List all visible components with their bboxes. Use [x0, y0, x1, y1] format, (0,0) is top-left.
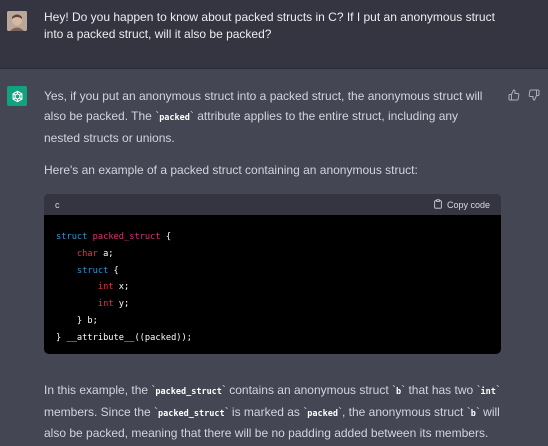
- code-type: char: [76, 248, 98, 259]
- user-message-row: Hey! Do you happen to know about packed …: [0, 0, 548, 69]
- thumbs-up-icon[interactable]: [508, 88, 520, 101]
- code-identifier: packed_struct: [92, 232, 161, 242]
- assistant-paragraph-1: Yes, if you put an anonymous struct into…: [44, 86, 490, 148]
- code-keyword: struct: [56, 232, 88, 242]
- text-span: In this example, the `: [44, 383, 156, 397]
- code-block: c Copy code struct packed_struct { char …: [44, 194, 501, 354]
- code-type: int: [97, 282, 114, 293]
- code-block-header: c Copy code: [44, 194, 501, 215]
- code-text: } b;: [76, 315, 98, 326]
- inline-code: packed_struct: [155, 387, 222, 397]
- assistant-paragraph-3: In this example, the `packed_struct` con…: [44, 381, 502, 444]
- assistant-paragraph-2: Here's an example of a packed struct con…: [44, 163, 418, 177]
- code-text: y;: [113, 299, 130, 310]
- inline-code: packed: [307, 408, 338, 419]
- copy-code-button[interactable]: Copy code: [433, 198, 490, 211]
- code-text: x;: [113, 282, 130, 293]
- text-span: ` that has two `: [401, 383, 481, 397]
- code-text: } __attribute__((packed));: [56, 332, 192, 343]
- feedback-buttons: [508, 88, 540, 101]
- text-span: `, the anonymous struct `: [337, 404, 471, 419]
- assistant-message: Yes, if you put an anonymous struct into…: [44, 86, 490, 192]
- user-message-text: Hey! Do you happen to know about packed …: [44, 10, 495, 41]
- inline-code: int: [480, 387, 496, 397]
- code-text: {: [160, 232, 172, 242]
- code-type: int: [97, 299, 114, 310]
- thumbs-down-icon[interactable]: [528, 88, 540, 101]
- inline-code: packed_struct: [158, 408, 225, 419]
- code-text: {: [108, 265, 119, 276]
- code-keyword: struct: [76, 265, 109, 276]
- openai-logo-icon: [7, 86, 27, 106]
- text-span: ` is marked as `: [224, 404, 308, 419]
- inline-code: packed: [159, 113, 190, 123]
- code-content: struct packed_struct { char a; struct { …: [44, 215, 501, 347]
- clipboard-icon: [433, 198, 443, 211]
- user-avatar: [7, 11, 27, 31]
- code-text: a;: [97, 248, 114, 259]
- text-span: ` contains an anonymous struct `: [221, 383, 397, 397]
- copy-code-label: Copy code: [446, 199, 490, 210]
- code-language-label: c: [55, 199, 60, 210]
